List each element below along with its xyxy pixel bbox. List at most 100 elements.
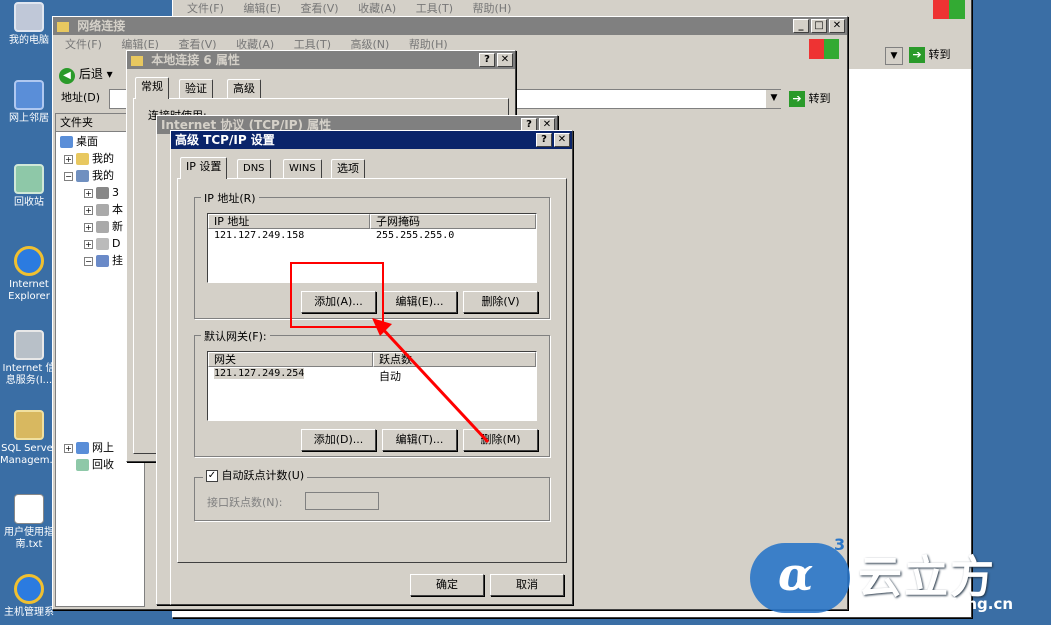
metric-col-header[interactable]: 跃点数	[373, 352, 536, 367]
tree-item-new-volume[interactable]: + 新	[84, 219, 123, 235]
gateway-add-button[interactable]: 添加(D)...	[301, 429, 376, 451]
tab-auth[interactable]: 验证	[179, 79, 213, 99]
expand-icon[interactable]: +	[64, 154, 73, 164]
iis-icon	[14, 330, 44, 360]
collapse-icon[interactable]: −	[84, 256, 93, 266]
expand-icon[interactable]: +	[84, 188, 93, 198]
logo-alpha: α	[778, 547, 814, 601]
expand-icon[interactable]: +	[64, 443, 73, 453]
logo-superscript: 3	[834, 535, 846, 554]
computer-icon	[14, 2, 44, 32]
desktop-icon-iis[interactable]: Internet 信息服务(I...	[0, 330, 58, 387]
ie-menu-tools[interactable]: 工具(T)	[416, 2, 453, 15]
collapse-icon[interactable]: −	[64, 171, 73, 181]
cancel-button[interactable]: 取消	[490, 574, 564, 596]
ip-col-header[interactable]: IP 地址	[208, 214, 370, 229]
gateway-edit-button[interactable]: 编辑(T)...	[382, 429, 457, 451]
tab-ip-settings[interactable]: IP 设置	[180, 157, 228, 179]
table-row[interactable]: 121.127.249.158 255.255.255.0	[208, 229, 536, 243]
desktop-icon-my-computer[interactable]: 我的电脑	[0, 2, 58, 47]
watermark: α 3 云立方 www.yunlifang.cn	[750, 535, 1050, 623]
folder-icon	[76, 153, 89, 165]
metric-group: ✓ 自动跃点计数(U) 接口跃点数(N):	[194, 469, 550, 521]
ie-menu-view[interactable]: 查看(V)	[300, 2, 338, 15]
desktop-icon-guide[interactable]: 用户使用指南.txt	[0, 494, 58, 551]
address-dropdown[interactable]: ▼	[766, 90, 782, 108]
desktop-icon-recycle-bin[interactable]: 回收站	[0, 164, 58, 209]
gateway-delete-button[interactable]: 删除(M)	[463, 429, 538, 451]
computer-icon	[76, 170, 89, 182]
ip-edit-button[interactable]: 编辑(E)...	[382, 291, 457, 313]
address-label: 地址(D)	[61, 91, 101, 104]
brand-url: www.yunlifang.cn	[862, 595, 1014, 613]
tree-item-control-panel[interactable]: − 挂	[84, 253, 123, 269]
tree-item-recycle[interactable]: 回收	[76, 457, 114, 473]
minimize-button[interactable]: _	[793, 19, 809, 33]
tab-options[interactable]: 选项	[331, 159, 365, 179]
advanced-tcpip-titlebar: 高级 TCP/IP 设置 ? ✕	[171, 131, 572, 149]
gateway-col-header[interactable]: 网关	[208, 352, 373, 367]
ie-address-dropdown[interactable]: ▼	[885, 47, 903, 65]
tab-dns[interactable]: DNS	[237, 159, 271, 179]
tree-item-my-docs[interactable]: + 我的	[64, 151, 114, 167]
local-connection-titlebar: 本地连接 6 属性 ? ✕	[127, 51, 515, 69]
desktop-icon-sql[interactable]: SQL Server Managem...	[0, 410, 59, 467]
table-row[interactable]: 121.127.249.254 自动	[208, 367, 536, 383]
tab-advanced[interactable]: 高级	[227, 79, 261, 99]
desktop-icon-network[interactable]: 网上邻居	[0, 80, 58, 125]
desktop-icon-host-mgmt[interactable]: 主机管理系	[0, 574, 58, 619]
interface-metric-label: 接口跃点数(N):	[207, 496, 283, 509]
ie-menu-edit[interactable]: 编辑(E)	[243, 2, 281, 15]
desktop-icon	[60, 136, 73, 148]
ie-menu-help[interactable]: 帮助(H)	[473, 2, 512, 15]
tree-item-desktop[interactable]: 桌面	[60, 134, 98, 150]
gateway-group-title: 默认网关(F):	[201, 328, 270, 344]
recycle-bin-icon	[14, 164, 44, 194]
tree-item-dvd[interactable]: + D	[84, 236, 120, 252]
interface-metric-input[interactable]	[305, 492, 379, 510]
close-button[interactable]: ✕	[497, 53, 513, 67]
windows-logo-icon	[933, 0, 965, 19]
ie-go-button[interactable]: ➔ 转到	[909, 45, 967, 65]
net-go-button[interactable]: ➔ 转到	[789, 89, 845, 109]
gateway-cell: 121.127.249.254	[214, 368, 305, 379]
net-menu-file[interactable]: 文件(F)	[65, 38, 102, 51]
ie-menu-file[interactable]: 文件(F)	[187, 2, 224, 15]
tree-item-network[interactable]: + 网上	[64, 440, 114, 456]
mask-col-header[interactable]: 子网掩码	[370, 214, 536, 229]
drive-icon	[96, 187, 109, 199]
close-button[interactable]: ✕	[829, 19, 845, 33]
help-button[interactable]: ?	[479, 53, 495, 67]
checkbox-checked-icon[interactable]: ✓	[206, 470, 218, 482]
recycle-bin-icon	[76, 459, 89, 471]
tree-item-floppy[interactable]: +3	[84, 185, 119, 201]
gateway-list[interactable]: 网关 跃点数 121.127.249.254 自动	[207, 351, 537, 421]
ip-cell: 121.127.249.158	[214, 230, 305, 241]
gateway-group: 默认网关(F): 网关 跃点数 121.127.249.254 自动 添加(D)…	[194, 328, 550, 457]
tree-item-my-computer[interactable]: − 我的	[64, 168, 114, 184]
expand-icon[interactable]: +	[84, 205, 93, 215]
close-button[interactable]: ✕	[554, 133, 570, 147]
ip-delete-button[interactable]: 删除(V)	[463, 291, 538, 313]
expand-icon[interactable]: +	[84, 222, 93, 232]
ie-icon	[14, 246, 44, 276]
tab-general[interactable]: 常规	[135, 77, 169, 99]
advanced-tcpip-dialog: 高级 TCP/IP 设置 ? ✕ IP 设置 DNS WINS 选项 IP 地址…	[170, 130, 573, 605]
mask-cell: 255.255.255.0	[376, 230, 455, 241]
cd-drive-icon	[96, 238, 109, 250]
expand-icon[interactable]: +	[84, 239, 93, 249]
highlight-box	[290, 262, 384, 328]
back-arrow-icon: ◀	[59, 68, 75, 84]
help-button[interactable]: ?	[536, 133, 552, 147]
ok-button[interactable]: 确定	[410, 574, 484, 596]
back-button[interactable]: ◀ 后退 ▾	[59, 65, 113, 84]
folder-icon	[57, 21, 69, 32]
ie-menu-favorites[interactable]: 收藏(A)	[358, 2, 396, 15]
network-icon	[14, 80, 44, 110]
desktop-icon-ie[interactable]: Internet Explorer	[0, 246, 58, 303]
ie-shortcut-icon	[14, 574, 44, 604]
tab-wins[interactable]: WINS	[283, 159, 322, 179]
tree-item-local-disk[interactable]: + 本	[84, 202, 123, 218]
auto-metric-checkbox-row[interactable]: ✓ 自动跃点计数(U)	[203, 469, 308, 483]
maximize-button[interactable]: □	[811, 19, 827, 33]
